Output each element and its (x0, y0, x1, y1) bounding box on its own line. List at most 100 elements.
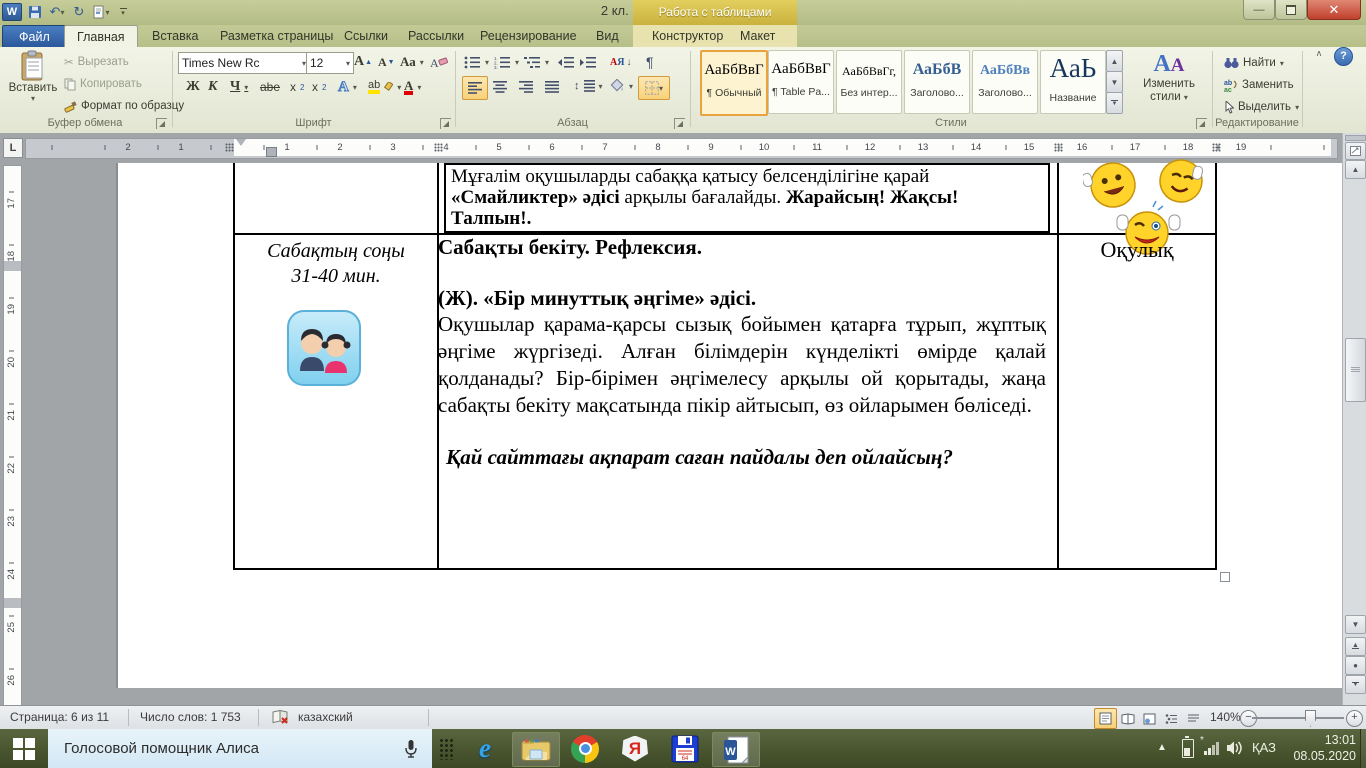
page[interactable]: Мұғалім оқушыларды сабаққа қатысу белсен… (118, 163, 1342, 688)
font-dialog-launcher[interactable] (440, 118, 451, 129)
zoom-slider-track[interactable] (1252, 717, 1344, 719)
draft-view-button[interactable] (1182, 708, 1205, 729)
strikethrough-button[interactable]: abe (258, 77, 282, 97)
highlight-button[interactable]: ab ▾ (366, 77, 403, 97)
select-browse-object-button[interactable]: ● (1345, 656, 1366, 675)
help-button[interactable]: ? (1334, 47, 1353, 66)
tab-home[interactable]: Главная (64, 25, 138, 48)
clear-formatting-button[interactable]: А (428, 52, 450, 72)
line-spacing-button[interactable]: ↕ ▾ (572, 76, 605, 96)
font-name-combo[interactable]: Times New Rc▾ (178, 52, 310, 74)
yandex-browser-icon[interactable]: Я (612, 732, 658, 765)
previous-page-button[interactable]: ▲ (1345, 637, 1366, 656)
style-heading1[interactable]: АаБбВ Заголово... (904, 50, 970, 114)
find-button[interactable]: Найти▾ (1222, 53, 1286, 73)
table-column-marker[interactable] (434, 143, 443, 152)
styles-gallery-expand[interactable]: ▼ (1106, 92, 1123, 114)
outline-view-button[interactable] (1160, 708, 1183, 729)
resources-cell[interactable]: Оқулық (1059, 237, 1215, 263)
taskbar-search-box[interactable]: Голосовой помощник Алиса (48, 729, 432, 768)
change-case-button[interactable]: Аа▾ (398, 52, 426, 72)
word-count[interactable]: Число слов: 1 753 (140, 710, 241, 724)
style-no-spacing[interactable]: АаБбВвГг, Без интер... (836, 50, 902, 114)
fullscreen-reading-view-button[interactable] (1116, 708, 1139, 729)
align-left-button[interactable] (462, 76, 488, 100)
keyboard-language-indicator[interactable]: ҚАЗ (1252, 740, 1276, 755)
tab-view[interactable]: Вид (584, 25, 631, 47)
zoom-level[interactable]: 140% (1210, 710, 1241, 724)
speaker-icon[interactable] (1226, 740, 1244, 761)
multilevel-list-button[interactable]: ▾ (522, 52, 551, 72)
format-painter-button[interactable]: Формат по образцу (62, 96, 186, 116)
battery-icon[interactable] (1182, 739, 1194, 758)
tab-file[interactable]: Файл (2, 25, 67, 48)
split-handle[interactable] (1345, 135, 1366, 141)
clock[interactable]: 13:01 08.05.2020 (1288, 732, 1356, 764)
first-line-indent-marker[interactable] (236, 139, 246, 151)
pair-work-icon[interactable] (286, 309, 362, 394)
tab-references[interactable]: Ссылки (332, 25, 400, 47)
tab-table-design[interactable]: Конструктор (640, 25, 735, 47)
spellcheck-icon[interactable] (272, 709, 290, 728)
style-normal[interactable]: АаБбВвГ ¶ Обычный (700, 50, 768, 116)
tab-page-layout[interactable]: Разметка страницы (208, 25, 345, 47)
ruler-toggle-button[interactable] (1345, 142, 1366, 160)
start-button[interactable] (0, 729, 48, 768)
decrease-indent-button[interactable] (556, 52, 576, 72)
smiley-images[interactable] (1083, 155, 1213, 233)
next-page-button[interactable]: ▼ (1345, 675, 1366, 694)
word-taskbar-icon[interactable]: W (712, 732, 760, 767)
print-layout-view-button[interactable] (1094, 708, 1117, 729)
tab-review[interactable]: Рецензирование (468, 25, 589, 47)
styles-scroll-up[interactable]: ▲ (1106, 50, 1123, 72)
zoom-slider-thumb[interactable] (1305, 710, 1316, 727)
internet-explorer-icon[interactable]: e (462, 732, 508, 765)
change-styles-button[interactable]: АА Изменить стили ▾ (1130, 51, 1208, 104)
chrome-icon[interactable] (562, 732, 608, 765)
style-title[interactable]: АаЬ Название (1040, 50, 1106, 114)
table-column-marker[interactable] (225, 143, 234, 152)
borders-button[interactable]: ▾ (638, 76, 670, 100)
clipboard-dialog-launcher[interactable] (156, 118, 167, 129)
font-size-combo[interactable]: 12▾ (306, 52, 354, 74)
select-button[interactable]: Выделить▾ (1222, 97, 1301, 117)
yandex-panel-icon[interactable] (432, 732, 460, 765)
font-color-button[interactable]: А▾ (402, 77, 423, 97)
paragraph-dialog-launcher[interactable] (674, 118, 685, 129)
assessment-text-box[interactable]: Мұғалім оқушыларды сабаққа қатысу белсен… (444, 163, 1050, 233)
table-column-marker[interactable] (1054, 143, 1063, 152)
microphone-icon[interactable] (404, 739, 418, 759)
minimize-button[interactable]: — (1243, 0, 1275, 20)
superscript-button[interactable]: x2 (310, 77, 328, 97)
tray-expand-icon[interactable]: ▲ (1157, 742, 1167, 753)
language-indicator[interactable]: казахский (298, 710, 353, 724)
text-effects-button[interactable]: А▾ (336, 77, 359, 97)
show-marks-button[interactable]: ¶ (644, 52, 656, 72)
bullets-button[interactable]: ▾ (462, 52, 491, 72)
italic-button[interactable]: К (206, 77, 220, 97)
table-border[interactable] (1057, 163, 1059, 570)
bold-button[interactable]: Ж (184, 77, 202, 97)
style-table-paragraph[interactable]: АаБбВвГ ¶ Table Pa... (768, 50, 834, 114)
show-desktop-button[interactable] (1360, 729, 1366, 768)
vertical-scrollbar[interactable]: ▲ ▼ ▲ ● ▼ (1342, 133, 1366, 705)
shrink-font-button[interactable]: А▼ (376, 52, 397, 72)
styles-dialog-launcher[interactable] (1196, 118, 1207, 129)
grow-font-button[interactable]: А▲ (352, 52, 374, 72)
paste-button[interactable]: Вставить ▾ (8, 50, 58, 116)
increase-indent-button[interactable] (578, 52, 598, 72)
web-layout-view-button[interactable] (1138, 708, 1161, 729)
table-border[interactable] (233, 163, 235, 570)
table-row-marker[interactable] (4, 598, 21, 608)
close-button[interactable]: ✕ (1307, 0, 1361, 20)
v-ruler[interactable]: 17181920212223242526 (3, 165, 22, 705)
zoom-in-button[interactable]: + (1346, 710, 1363, 727)
table-resize-handle[interactable] (1220, 572, 1230, 582)
page-indicator[interactable]: Страница: 6 из 11 (10, 710, 109, 724)
sort-button[interactable]: А Я ↓ (608, 52, 633, 72)
collapse-ribbon-icon[interactable]: ᴧ (1310, 48, 1328, 62)
scrollbar-thumb[interactable] (1345, 338, 1366, 402)
floppy-64-icon[interactable]: 64 (662, 732, 708, 765)
table-column-marker[interactable] (1212, 143, 1221, 152)
tab-insert[interactable]: Вставка (140, 25, 210, 47)
